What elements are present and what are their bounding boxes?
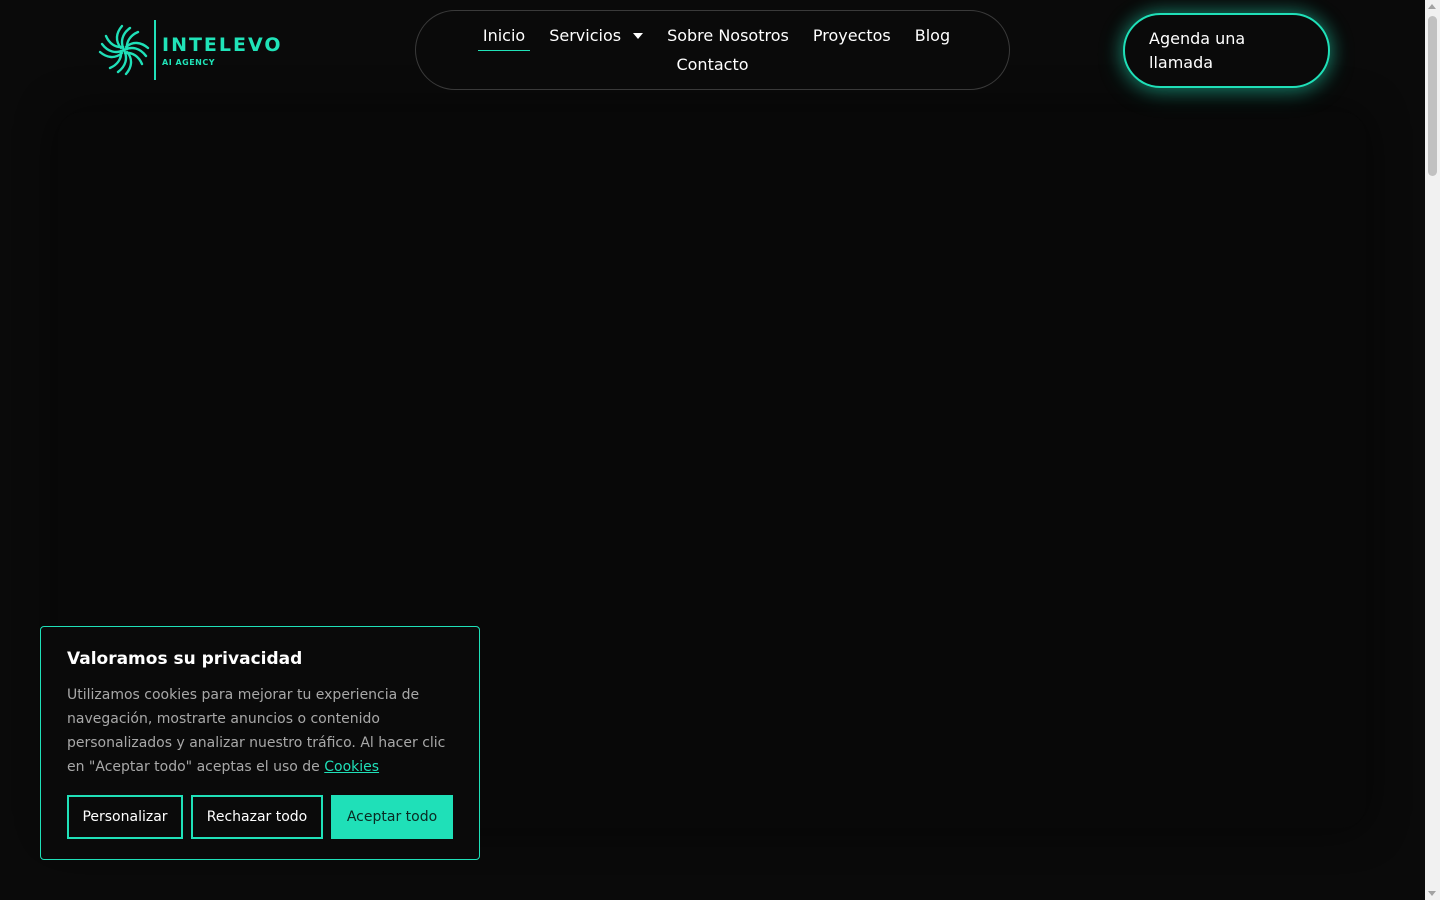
nav-item-proyectos[interactable]: Proyectos	[808, 25, 896, 51]
nav-item-label: Contacto	[676, 55, 749, 74]
nav-row-primary: Inicio Servicios Sobre Nosotros Proyecto…	[416, 25, 1009, 51]
main-nav: Inicio Servicios Sobre Nosotros Proyecto…	[415, 10, 1010, 90]
reject-all-button[interactable]: Rechazar todo	[191, 795, 323, 839]
logo-divider	[154, 20, 156, 80]
nav-row-secondary: Contacto	[416, 54, 1009, 80]
schedule-call-button[interactable]: Agenda una llamada	[1123, 13, 1330, 88]
scroll-up-arrow-icon[interactable]	[1428, 4, 1436, 9]
nav-item-label: Servicios	[549, 26, 622, 45]
nav-item-label: Proyectos	[812, 26, 891, 45]
scrollbar-thumb[interactable]	[1428, 16, 1437, 176]
nav-item-label: Sobre Nosotros	[667, 26, 789, 45]
customize-cookies-button[interactable]: Personalizar	[67, 795, 183, 839]
cookie-consent-banner: Valoramos su privacidad Utilizamos cooki…	[40, 626, 480, 860]
cookies-policy-link[interactable]: Cookies	[324, 759, 379, 775]
cookie-title: Valoramos su privacidad	[67, 649, 303, 669]
brand-logo[interactable]: INTELEVO AI AGENCY	[96, 18, 283, 82]
nav-item-label: Inicio	[482, 26, 526, 45]
nav-item-label: Blog	[914, 26, 951, 45]
brand-name: INTELEVO	[162, 33, 283, 56]
page-scrollbar[interactable]	[1425, 0, 1440, 900]
logo-wordmark: INTELEVO AI AGENCY	[162, 34, 283, 67]
schedule-call-label: Agenda una llamada	[1149, 29, 1246, 72]
accept-all-button[interactable]: Aceptar todo	[331, 795, 453, 839]
cookie-description: Utilizamos cookies para mejorar tu exper…	[67, 683, 453, 779]
nav-item-sobre-nosotros[interactable]: Sobre Nosotros	[662, 25, 794, 51]
nav-item-blog[interactable]: Blog	[910, 25, 955, 51]
nav-item-contacto[interactable]: Contacto	[671, 54, 753, 80]
cookie-actions: Personalizar Rechazar todo Aceptar todo	[67, 795, 453, 839]
cookie-body-text: Utilizamos cookies para mejorar tu exper…	[67, 687, 446, 775]
scroll-down-arrow-icon[interactable]	[1428, 891, 1436, 896]
page: INTELEVO AI AGENCY Inicio Servicios Sobr…	[0, 0, 1425, 900]
brand-tagline: AI AGENCY	[162, 57, 216, 67]
caret-down-icon	[633, 33, 644, 39]
nav-item-inicio[interactable]: Inicio	[477, 25, 531, 51]
nav-item-servicios[interactable]: Servicios	[544, 25, 648, 51]
pinwheel-logo-icon	[98, 24, 150, 76]
